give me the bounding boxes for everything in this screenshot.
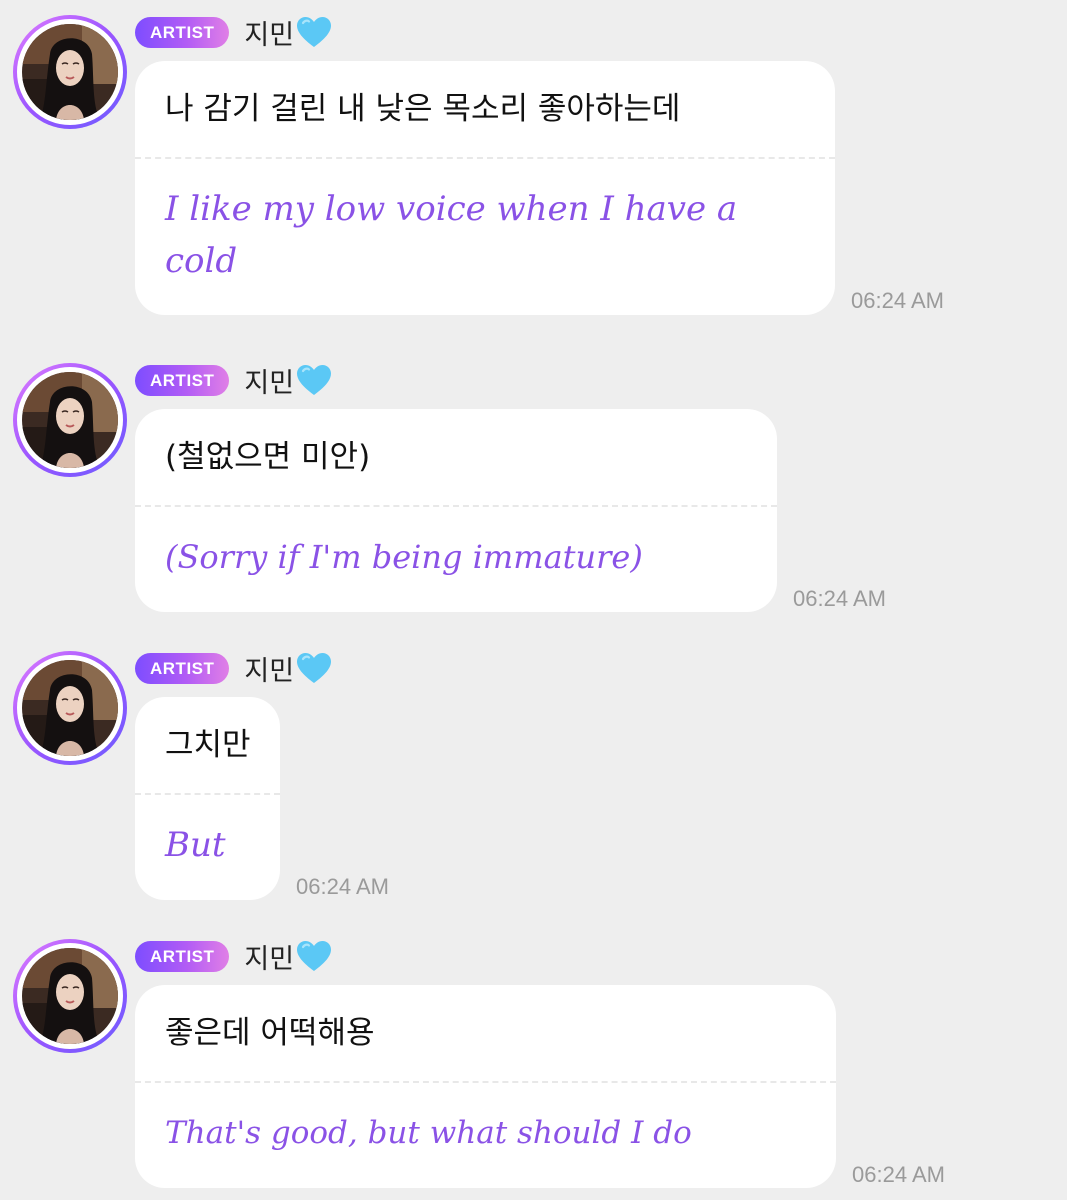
message-bubble[interactable]: 그치만 But [135, 697, 280, 900]
translation-text: I like my low voice when I have a cold [165, 189, 738, 281]
korean-text: 좋은데 어떡해용 [165, 1015, 375, 1051]
artist-badge: ARTIST [135, 16, 230, 48]
artist-name: 지민 [244, 943, 295, 975]
artist-badge: ARTIST [135, 652, 230, 684]
message-bubble[interactable]: 좋은데 어떡해용 That's good, but what should I … [135, 985, 836, 1188]
artist-avatar[interactable] [13, 15, 127, 129]
artist-avatar[interactable] [13, 651, 127, 765]
blue-heart-icon [295, 363, 333, 397]
message-header: ARTIST 지민 [135, 363, 333, 399]
blue-heart-icon [295, 15, 333, 49]
korean-text: 나 감기 걸린 내 낮은 목소리 좋아하는데 [165, 91, 681, 127]
message-header: ARTIST 지민 [135, 939, 333, 975]
artist-name: 지민 [244, 655, 295, 687]
translation-text: That's good, but what should I do [165, 1115, 692, 1151]
artist-avatar[interactable] [13, 363, 127, 477]
avatar-photo [22, 24, 118, 120]
translation-text: (Sorry if I'm being immature) [165, 538, 643, 576]
artist-badge: ARTIST [135, 940, 230, 972]
bubble-divider [135, 793, 280, 795]
message-timestamp: 06:24 AM [296, 874, 389, 899]
avatar-ring [17, 367, 123, 473]
korean-text: (철없으면 미안) [165, 439, 371, 475]
bubble-divider [135, 157, 835, 159]
message-timestamp: 06:24 AM [793, 586, 886, 611]
blue-heart-icon [295, 651, 333, 685]
message-header: ARTIST 지민 [135, 651, 333, 687]
artist-name: 지민 [244, 367, 295, 399]
bubble-divider [135, 1081, 836, 1083]
avatar-photo [22, 948, 118, 1044]
message-timestamp: 06:24 AM [851, 288, 944, 313]
avatar-photo [22, 372, 118, 468]
message-timestamp: 06:24 AM [852, 1162, 945, 1187]
avatar-ring [17, 19, 123, 125]
translation-text: But [165, 825, 226, 865]
artist-badge: ARTIST [135, 364, 230, 396]
artist-avatar[interactable] [13, 939, 127, 1053]
blue-heart-icon [295, 939, 333, 973]
avatar-ring [17, 943, 123, 1049]
message-bubble[interactable]: 나 감기 걸린 내 낮은 목소리 좋아하는데 I like my low voi… [135, 61, 835, 315]
message-header: ARTIST 지민 [135, 15, 333, 51]
korean-text: 그치만 [165, 727, 251, 763]
bubble-divider [135, 505, 777, 507]
avatar-photo [22, 660, 118, 756]
artist-name: 지민 [244, 19, 295, 51]
message-bubble[interactable]: (철없으면 미안) (Sorry if I'm being immature) [135, 409, 777, 612]
avatar-ring [17, 655, 123, 761]
